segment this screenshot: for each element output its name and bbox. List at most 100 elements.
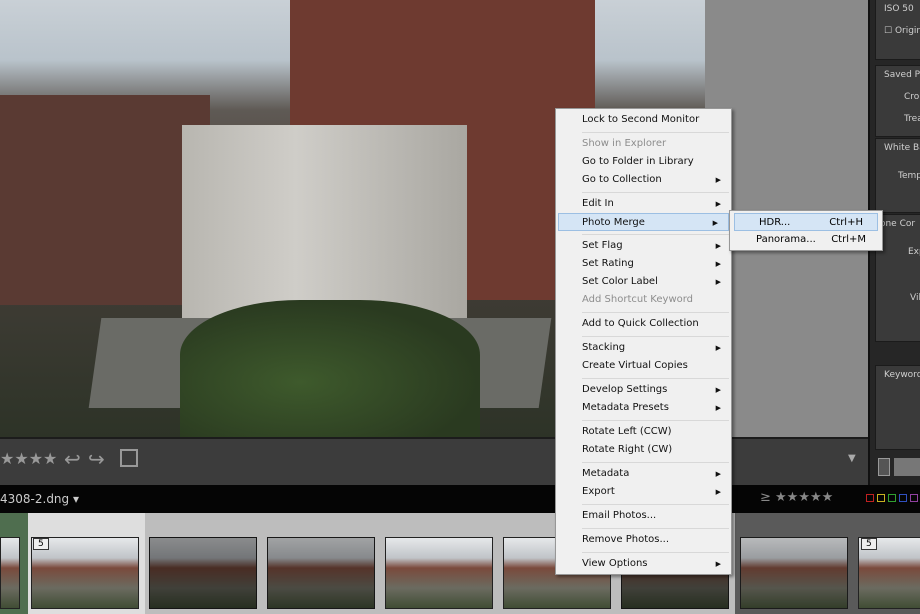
menu-item-label: Add to Quick Collection bbox=[582, 318, 699, 329]
menu-separator bbox=[582, 336, 729, 337]
color-label-filter[interactable] bbox=[866, 494, 918, 502]
submenu-arrow-icon: ▶ bbox=[715, 404, 721, 412]
panel-button[interactable] bbox=[894, 458, 920, 476]
menu-item-label: Edit In bbox=[582, 198, 614, 209]
menu-item-label: Metadata bbox=[582, 468, 630, 479]
menu-separator bbox=[582, 192, 729, 193]
menu-item-label: Photo Merge bbox=[582, 217, 645, 228]
filename-dropdown[interactable]: 4308-2.dng ▾ bbox=[0, 492, 79, 506]
saved-presets-header[interactable]: Saved Pr bbox=[876, 66, 920, 88]
menu-separator bbox=[582, 504, 729, 505]
vibrance-label: Vil bbox=[910, 293, 920, 303]
submenu-arrow-icon: ▶ bbox=[715, 176, 721, 184]
menu-separator bbox=[582, 552, 729, 553]
temp-label: Tempe bbox=[898, 171, 920, 181]
photo-trees bbox=[180, 300, 480, 437]
menu-item-label: Email Photos... bbox=[582, 510, 657, 521]
filmstrip-thumb[interactable] bbox=[385, 537, 493, 609]
menu-item-go-to-collection[interactable]: Go to Collection ▶ bbox=[556, 171, 731, 189]
menu-separator bbox=[582, 312, 729, 313]
menu-item-create-virtual-copies[interactable]: Create Virtual Copies bbox=[556, 357, 731, 375]
submenu-arrow-icon: ▶ bbox=[712, 219, 718, 227]
crop-people-icon[interactable] bbox=[120, 449, 138, 467]
menu-item-develop-settings[interactable]: Develop Settings ▶ bbox=[556, 381, 731, 399]
panel-toggle[interactable] bbox=[878, 458, 890, 476]
stack-badge[interactable]: 5 bbox=[33, 538, 49, 550]
menu-separator bbox=[582, 234, 729, 235]
rating-stars[interactable]: ★★★★ bbox=[0, 449, 57, 468]
submenu-arrow-icon: ▶ bbox=[715, 200, 721, 208]
filmstrip-thumb[interactable] bbox=[149, 537, 257, 609]
menu-separator bbox=[582, 528, 729, 529]
filmstrip-thumb[interactable] bbox=[267, 537, 375, 609]
menu-item-metadata[interactable]: Metadata ▶ bbox=[556, 465, 731, 483]
context-menu: Lock to Second Monitor Show in Explorer Go… bbox=[555, 108, 732, 575]
menu-item-remove-photos[interactable]: Remove Photos... bbox=[556, 531, 731, 549]
menu-item-label: Set Color Label bbox=[582, 276, 658, 287]
submenu-item-label: Panorama... bbox=[756, 234, 816, 245]
rating-filter[interactable]: ≥ ★★★★★ bbox=[760, 490, 833, 505]
rotate-left-icon[interactable]: ↩ bbox=[64, 447, 81, 471]
menu-item-label: Create Virtual Copies bbox=[582, 360, 688, 371]
original-checkbox[interactable]: ☐ Original bbox=[876, 22, 920, 44]
menu-item-label: Rotate Left (CCW) bbox=[582, 426, 672, 437]
menu-item-edit-in[interactable]: Edit In ▶ bbox=[556, 195, 731, 213]
menu-item-go-to-folder-in-library[interactable]: Go to Folder in Library bbox=[556, 153, 731, 171]
menu-separator bbox=[582, 420, 729, 421]
submenu-item-label: HDR... bbox=[759, 217, 791, 228]
filmstrip-thumb[interactable] bbox=[740, 537, 848, 609]
menu-item-label: Go to Collection bbox=[582, 174, 662, 185]
menu-item-lock-to-second-monitor[interactable]: Lock to Second Monitor bbox=[556, 111, 731, 129]
white-balance-header[interactable]: White Ba bbox=[876, 139, 920, 161]
menu-item-label: Show in Explorer bbox=[582, 138, 667, 149]
menu-item-label: Set Rating bbox=[582, 258, 634, 269]
filmstrip-thumb[interactable] bbox=[0, 537, 20, 609]
menu-item-email-photos[interactable]: Email Photos... bbox=[556, 507, 731, 525]
submenu-item-hdr[interactable]: HDR... Ctrl+H bbox=[734, 213, 878, 231]
stack-badge[interactable]: 5 bbox=[861, 538, 877, 550]
submenu-arrow-icon: ▶ bbox=[715, 488, 721, 496]
menu-separator bbox=[582, 462, 729, 463]
menu-item-set-rating[interactable]: Set Rating ▶ bbox=[556, 255, 731, 273]
menu-item-show-in-explorer: Show in Explorer bbox=[556, 135, 731, 153]
keyword-header[interactable]: Keyword bbox=[876, 366, 920, 388]
photo-left-building bbox=[0, 95, 210, 305]
menu-item-set-color-label[interactable]: Set Color Label ▶ bbox=[556, 273, 731, 291]
shortcut-label: Ctrl+M bbox=[831, 234, 866, 245]
menu-item-view-options[interactable]: View Options ▶ bbox=[556, 555, 731, 573]
crop-label: Crop bbox=[904, 92, 920, 102]
submenu-arrow-icon: ▶ bbox=[715, 470, 721, 478]
filmstrip-header: 4308-2.dng ▾ ≥ ★★★★★ bbox=[0, 485, 920, 513]
iso-label: ISO 50 bbox=[884, 4, 914, 14]
treatment-label: Trea bbox=[904, 114, 920, 124]
menu-item-label: Metadata Presets bbox=[582, 402, 669, 413]
submenu-arrow-icon: ▶ bbox=[715, 260, 721, 268]
rotate-right-icon[interactable]: ↪ bbox=[88, 447, 105, 471]
menu-separator bbox=[582, 378, 729, 379]
toolbar-menu-chevron-icon[interactable]: ▼ bbox=[848, 453, 856, 464]
menu-item-photo-merge[interactable]: Photo Merge ▶ bbox=[558, 213, 729, 231]
menu-item-rotate-right-cw[interactable]: Rotate Right (CW) bbox=[556, 441, 731, 459]
submenu-arrow-icon: ▶ bbox=[715, 278, 721, 286]
menu-item-label: Go to Folder in Library bbox=[582, 156, 694, 167]
menu-item-export[interactable]: Export ▶ bbox=[556, 483, 731, 501]
submenu-arrow-icon: ▶ bbox=[715, 344, 721, 352]
photo-merge-submenu: HDR... Ctrl+H Panorama... Ctrl+M bbox=[729, 210, 883, 251]
menu-item-label: Export bbox=[582, 486, 615, 497]
menu-item-rotate-left-ccw[interactable]: Rotate Left (CCW) bbox=[556, 423, 731, 441]
menu-item-set-flag[interactable]: Set Flag ▶ bbox=[556, 237, 731, 255]
menu-item-stacking[interactable]: Stacking ▶ bbox=[556, 339, 731, 357]
menu-item-add-to-quick-collection[interactable]: Add to Quick Collection bbox=[556, 315, 731, 333]
menu-item-label: View Options bbox=[582, 558, 648, 569]
menu-item-label: Lock to Second Monitor bbox=[582, 114, 700, 125]
shortcut-label: Ctrl+H bbox=[829, 217, 863, 228]
filmstrip: 5 5 bbox=[0, 513, 920, 614]
toolbar: ★★★★ ↩ ↪ ▼ bbox=[0, 437, 868, 485]
menu-item-label: Add Shortcut Keyword bbox=[582, 294, 694, 305]
menu-item-metadata-presets[interactable]: Metadata Presets ▶ bbox=[556, 399, 731, 417]
menu-item-add-shortcut-keyword: Add Shortcut Keyword bbox=[556, 291, 731, 309]
menu-item-label: Set Flag bbox=[582, 240, 623, 251]
menu-separator bbox=[582, 132, 729, 133]
menu-item-label: Develop Settings bbox=[582, 384, 668, 395]
submenu-item-panorama[interactable]: Panorama... Ctrl+M bbox=[732, 231, 880, 249]
